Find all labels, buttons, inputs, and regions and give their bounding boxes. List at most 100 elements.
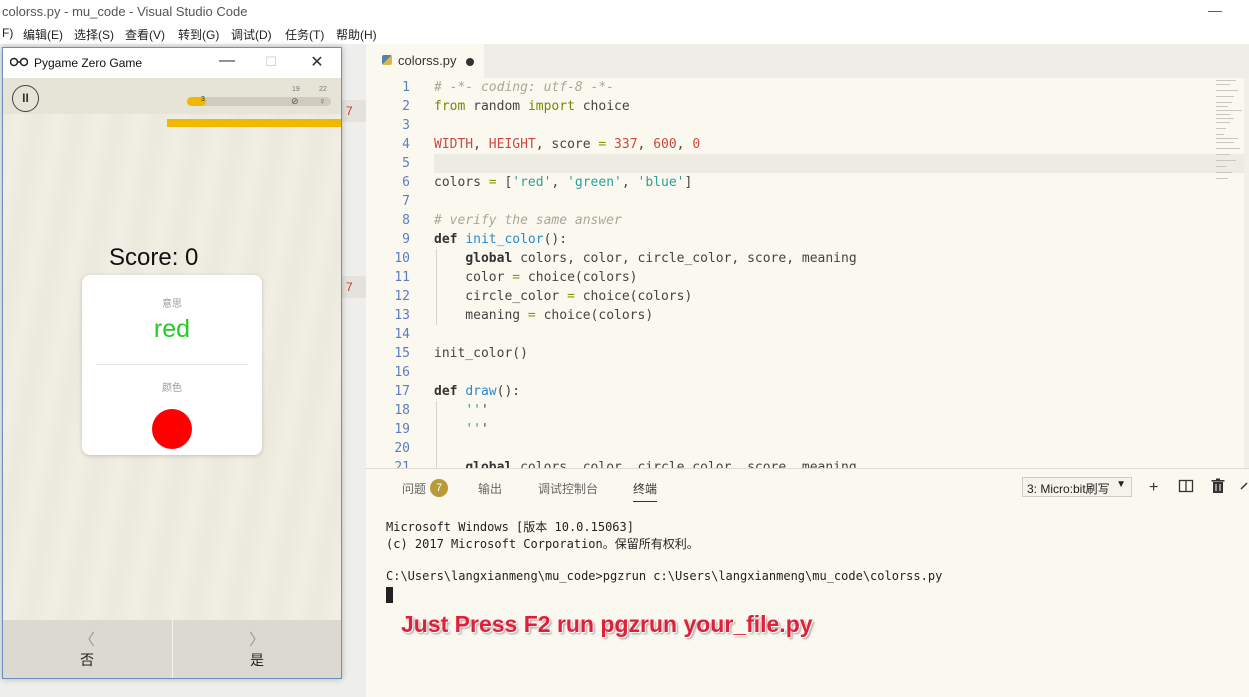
code-line: def draw(): — [434, 384, 521, 399]
color-circle — [152, 409, 192, 449]
terminal-cursor — [386, 587, 393, 603]
progress-fill: 3 — [187, 96, 206, 106]
problem-marker: 7 — [338, 100, 366, 122]
menu-file[interactable]: F) — [2, 26, 13, 40]
line-number: 7 — [402, 194, 410, 209]
line-number: 18 — [394, 403, 410, 418]
menu-bar: F) 编辑(E) 选择(S) 查看(V) 转到(G) 调试(D) 任务(T) 帮… — [0, 24, 1249, 44]
menu-selection[interactable]: 选择(S) — [74, 26, 114, 43]
tab-output[interactable]: 输出 — [478, 480, 502, 497]
pygame-titlebar[interactable]: Pygame Zero Game — ☐ ✕ — [3, 48, 341, 78]
editor-scrollbar[interactable] — [1244, 78, 1249, 468]
line-number: 19 — [394, 422, 410, 437]
code-editor[interactable]: 1 2 3 4 5 6 7 8 9 10 11 12 13 14 15 16 17 18 19 20 21 # -*- … — [366, 78, 1249, 468]
trash-icon[interactable] — [1211, 478, 1225, 499]
line-number: 3 — [402, 118, 410, 133]
overlay-caption: Just Press F2 run pgzrun your_file.py — [401, 611, 813, 637]
dropdown-caret-icon: ▼ — [1116, 479, 1126, 490]
chevron-left-icon: 〈 — [78, 632, 95, 649]
game-canvas[interactable]: II 3 19 ⊘ 22 ♀ Score: 0 意思 red 颜色 〈 否 〉 … — [3, 78, 341, 678]
line-number: 20 — [394, 441, 410, 456]
menu-tasks[interactable]: 任务(T) — [285, 26, 324, 43]
code-line: ''' — [465, 422, 489, 437]
terminal-select[interactable]: 3: Micro:bit刷写 ▼ — [1022, 477, 1132, 497]
pygame-window: Pygame Zero Game — ☐ ✕ II 3 19 ⊘ 22 ♀ Sc… — [2, 47, 342, 679]
line-number: 9 — [402, 232, 410, 247]
no-button[interactable]: 〈 否 — [3, 620, 171, 678]
close-icon[interactable]: ✕ — [302, 52, 332, 72]
progress-bar: 3 — [187, 96, 331, 106]
unsaved-dot-icon[interactable] — [466, 58, 474, 66]
code-line: circle_color = choice(colors) — [434, 289, 693, 304]
current-line-highlight — [434, 154, 1244, 173]
line-number: 14 — [394, 327, 410, 342]
vscode-minimize-button[interactable]: — — [1208, 2, 1222, 18]
card-divider — [96, 364, 248, 365]
line-number: 8 — [402, 213, 410, 228]
menu-goto[interactable]: 转到(G) — [178, 26, 219, 43]
code-line: from random import choice — [434, 99, 630, 114]
check-circle-icon: ⊘ — [291, 96, 299, 106]
code-line: meaning = choice(colors) — [434, 308, 654, 323]
line-number: 13 — [394, 308, 410, 323]
menu-edit[interactable]: 编辑(E) — [23, 26, 63, 43]
progress-tick-label: 22 — [319, 86, 327, 93]
minimize-icon[interactable]: — — [212, 52, 242, 70]
chevron-right-icon: 〉 — [248, 632, 265, 649]
tab-terminal[interactable]: 终端 — [633, 480, 658, 502]
color-label: 颜色 — [162, 383, 182, 394]
answer-bar: 〈 否 〉 是 — [3, 620, 341, 678]
score-text: Score: 0 — [109, 244, 199, 271]
progress-tick-label: 19 — [292, 86, 300, 93]
pause-button[interactable]: II — [12, 85, 39, 112]
menu-view[interactable]: 查看(V) — [125, 26, 165, 43]
terminal-line: C:\Users\langxianmeng\mu_code>pgzrun c:\… — [386, 569, 943, 583]
split-icon[interactable] — [1178, 478, 1194, 499]
code-line: init_color() — [434, 346, 528, 361]
line-number: 15 — [394, 346, 410, 361]
yes-button-label: 是 — [250, 652, 264, 668]
line-number: 1 — [402, 80, 410, 95]
code-line: def init_color(): — [434, 232, 568, 247]
bottom-panel: 问题 7 输出 调试控制台 终端 3: Micro:bit刷写 ▼ + Micr… — [366, 468, 1249, 697]
medal-icon: ♀ — [319, 96, 326, 106]
pygame-logo-icon — [10, 57, 28, 67]
code-line: global colors, color, circle_color, scor… — [465, 460, 857, 468]
meaning-word: red — [153, 315, 191, 343]
vscode-titlebar: colorss.py - mu_code - Visual Studio Cod… — [0, 0, 1249, 24]
maximize-icon[interactable]: ☐ — [256, 54, 286, 70]
plus-icon[interactable]: + — [1149, 479, 1158, 497]
progress-value: 3 — [201, 96, 205, 103]
code-line: global colors, color, circle_color, scor… — [465, 251, 857, 266]
line-number: 2 — [402, 99, 410, 114]
line-number: 11 — [394, 270, 410, 285]
tab-problems[interactable]: 问题 — [402, 480, 426, 497]
tab-label: colorss.py — [398, 53, 457, 68]
meaning-label: 意思 — [162, 299, 182, 310]
line-number: 12 — [394, 289, 410, 304]
python-file-icon — [382, 55, 392, 65]
timer-bar — [167, 119, 341, 127]
game-topbar: II 3 19 ⊘ 22 ♀ — [3, 78, 341, 114]
line-number: 21 — [394, 460, 410, 468]
menu-help[interactable]: 帮助(H) — [336, 26, 377, 43]
minimap[interactable] — [1216, 78, 1244, 188]
line-number: 6 — [402, 175, 410, 190]
code-line: # -*- coding: utf-8 -*- — [434, 80, 615, 95]
menu-debug[interactable]: 调试(D) — [231, 26, 272, 43]
code-line: ''' — [465, 403, 489, 418]
terminal-select-value: 3: Micro:bit刷写 — [1027, 482, 1110, 496]
line-number: 10 — [394, 251, 410, 266]
tab-debug-console[interactable]: 调试控制台 — [538, 480, 598, 497]
tab-colorss-py[interactable]: colorss.py — [366, 44, 484, 78]
code-line: color = choice(colors) — [434, 270, 638, 285]
terminal-line: (c) 2017 Microsoft Corporation。保留所有权利。 — [386, 537, 699, 551]
question-card: 意思 red 颜色 — [82, 275, 262, 455]
pygame-window-title: Pygame Zero Game — [34, 56, 143, 70]
problem-marker: 7 — [338, 276, 366, 298]
line-number: 5 — [402, 156, 410, 171]
yes-button[interactable]: 〉 是 — [173, 620, 341, 678]
chevron-up-icon[interactable] — [1240, 479, 1249, 500]
line-number: 16 — [394, 365, 410, 380]
line-number: 17 — [394, 384, 410, 399]
